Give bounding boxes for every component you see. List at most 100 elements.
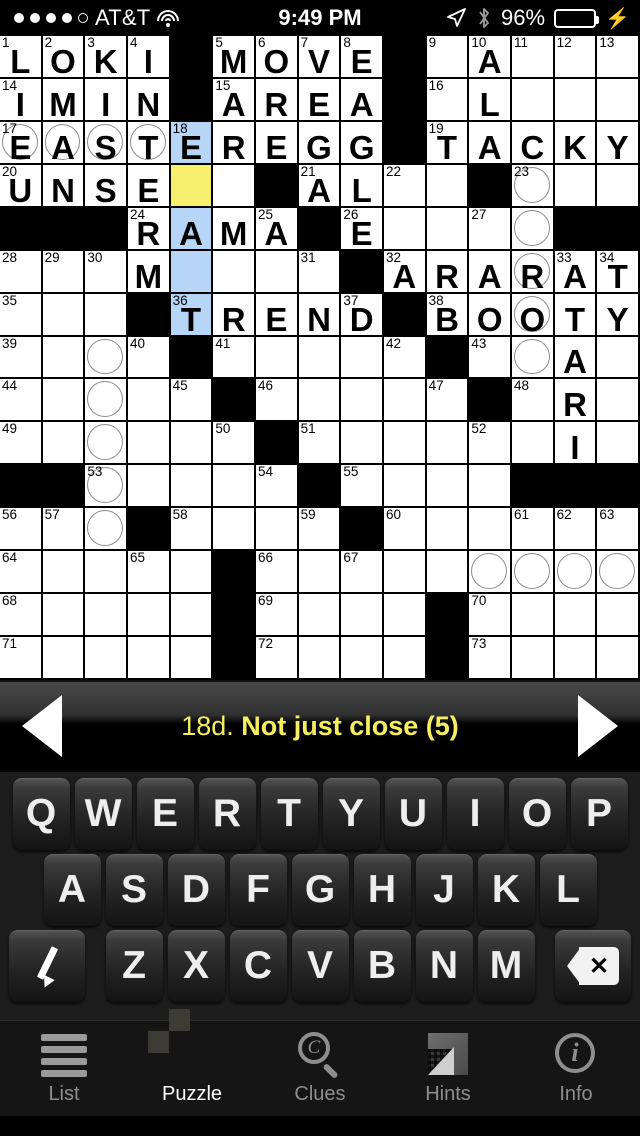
grid-cell[interactable]: 23: [512, 165, 555, 208]
grid-cell[interactable]: [213, 164, 256, 208]
grid-cell[interactable]: 10 A: [469, 36, 512, 79]
grid-cell[interactable]: [42, 379, 86, 423]
grid-cell[interactable]: Y: [597, 293, 640, 337]
grid-cell[interactable]: [42, 422, 86, 466]
grid-cell[interactable]: A: [554, 336, 598, 380]
grid-cell[interactable]: [384, 422, 427, 466]
grid-cell[interactable]: 43: [469, 337, 512, 380]
grid-cell[interactable]: 39: [0, 337, 43, 380]
grid-cell[interactable]: 64: [0, 551, 43, 595]
key-j[interactable]: J: [415, 854, 473, 926]
grid-cell[interactable]: 56: [0, 508, 43, 552]
grid-cell[interactable]: [256, 336, 299, 380]
grid-cell[interactable]: [256, 508, 299, 552]
grid-cell[interactable]: [298, 379, 342, 423]
grid-cell[interactable]: 62: [554, 508, 598, 552]
grid-cell[interactable]: 38 B: [426, 294, 470, 337]
grid-cell[interactable]: N: [128, 78, 171, 122]
tab-puzzle[interactable]: Puzzle: [128, 1009, 256, 1106]
grid-cell[interactable]: [42, 336, 86, 380]
grid-cell[interactable]: [554, 164, 598, 208]
grid-cell[interactable]: 7V: [298, 36, 342, 79]
key-y[interactable]: Y: [322, 778, 380, 850]
key-a[interactable]: A: [43, 854, 101, 926]
grid-cell[interactable]: [469, 551, 512, 595]
grid-cell[interactable]: 3K: [85, 36, 128, 79]
grid-cell[interactable]: [512, 422, 555, 466]
grid-cell[interactable]: 65: [128, 551, 171, 595]
key-r[interactable]: R: [198, 778, 256, 850]
grid-cell[interactable]: 37 D: [341, 294, 384, 337]
grid-cell[interactable]: [128, 594, 171, 638]
grid-cell[interactable]: 8E: [341, 36, 384, 79]
tab-bar[interactable]: List Puzzle C Clues Hints i Info: [0, 1009, 640, 1116]
current-clue[interactable]: 18d. Not just close (5): [84, 711, 556, 742]
grid-cell[interactable]: [384, 207, 427, 251]
grid-cell[interactable]: [128, 465, 171, 509]
grid-cell[interactable]: R: [213, 293, 256, 337]
grid-cell[interactable]: [298, 594, 342, 638]
grid-cell[interactable]: Y: [597, 121, 640, 165]
grid-cell[interactable]: [85, 422, 128, 466]
key-w[interactable]: W: [74, 778, 132, 850]
grid-cell[interactable]: [426, 422, 470, 466]
key-v[interactable]: V: [291, 930, 349, 1002]
grid-cell[interactable]: [597, 422, 640, 466]
grid-cell[interactable]: [341, 379, 384, 423]
key-u[interactable]: U: [384, 778, 442, 850]
key-i[interactable]: I: [446, 778, 504, 850]
tab-info[interactable]: i Info: [512, 1031, 640, 1106]
grid-cell[interactable]: [85, 379, 128, 423]
grid-cell[interactable]: E: [256, 121, 299, 165]
key-z[interactable]: Z: [105, 930, 163, 1002]
grid-cell[interactable]: 41: [213, 337, 256, 380]
grid-cell[interactable]: [42, 293, 86, 337]
grid-cell[interactable]: 21 A: [298, 165, 342, 208]
grid-cell[interactable]: [128, 422, 171, 466]
key-n[interactable]: N: [415, 930, 473, 1002]
grid-cell[interactable]: 19 T: [426, 122, 470, 165]
grid-cell[interactable]: 48: [512, 379, 555, 423]
key-s[interactable]: S: [105, 854, 163, 926]
pencil-key[interactable]: [9, 930, 85, 1002]
grid-cell[interactable]: 40: [128, 337, 171, 380]
key-d[interactable]: D: [167, 854, 225, 926]
grid-cell[interactable]: [128, 637, 171, 680]
grid-cell[interactable]: G: [298, 121, 342, 165]
grid-cell[interactable]: 53: [85, 465, 128, 509]
grid-cell[interactable]: [512, 551, 555, 595]
grid-cell[interactable]: 67: [341, 551, 384, 595]
grid-cell[interactable]: 35: [0, 294, 43, 337]
crossword-grid[interactable]: 1 L 2 O 3 K 4 I 5 M 6 O 7 V 8 E 9 10 A 11 12 13 14 I M I N 15 A R E A 16…: [0, 36, 640, 680]
grid-cell[interactable]: R: [512, 250, 555, 294]
grid-cell[interactable]: [512, 637, 555, 680]
grid-cell[interactable]: 61: [512, 508, 555, 552]
grid-cell[interactable]: 5M: [213, 36, 256, 79]
grid-cell[interactable]: 32 A: [384, 251, 427, 294]
key-e[interactable]: E: [136, 778, 194, 850]
grid-cell[interactable]: 11: [512, 36, 555, 79]
grid-cell[interactable]: [426, 164, 470, 208]
grid-cell[interactable]: 27: [469, 208, 512, 251]
grid-cell[interactable]: [554, 594, 598, 638]
grid-cell[interactable]: 26 E: [341, 208, 384, 251]
prev-clue-button[interactable]: [0, 695, 84, 757]
grid-cell[interactable]: [85, 508, 128, 552]
grid-cell[interactable]: 1L: [0, 36, 43, 79]
grid-cell[interactable]: A: [469, 121, 512, 165]
grid-cell[interactable]: 16: [426, 79, 470, 122]
on-screen-keyboard[interactable]: QWERTYUIOP ASDFGHJKL ZXCVBNM ✕: [0, 772, 640, 1020]
grid-cell[interactable]: M: [128, 250, 171, 294]
grid-cell[interactable]: [341, 422, 384, 466]
grid-cell[interactable]: G: [341, 121, 384, 165]
grid-cell[interactable]: 14 I: [0, 79, 43, 122]
grid-cell[interactable]: [597, 164, 640, 208]
grid-cell[interactable]: M: [42, 78, 86, 122]
grid-cell[interactable]: 68: [0, 594, 43, 638]
grid-cell[interactable]: 71: [0, 637, 43, 680]
grid-cell[interactable]: [170, 594, 214, 638]
grid-cell[interactable]: [469, 465, 512, 509]
grid-cell[interactable]: S: [85, 121, 128, 165]
grid-cell[interactable]: 17 E: [0, 122, 43, 165]
grid-cell[interactable]: [341, 637, 384, 680]
